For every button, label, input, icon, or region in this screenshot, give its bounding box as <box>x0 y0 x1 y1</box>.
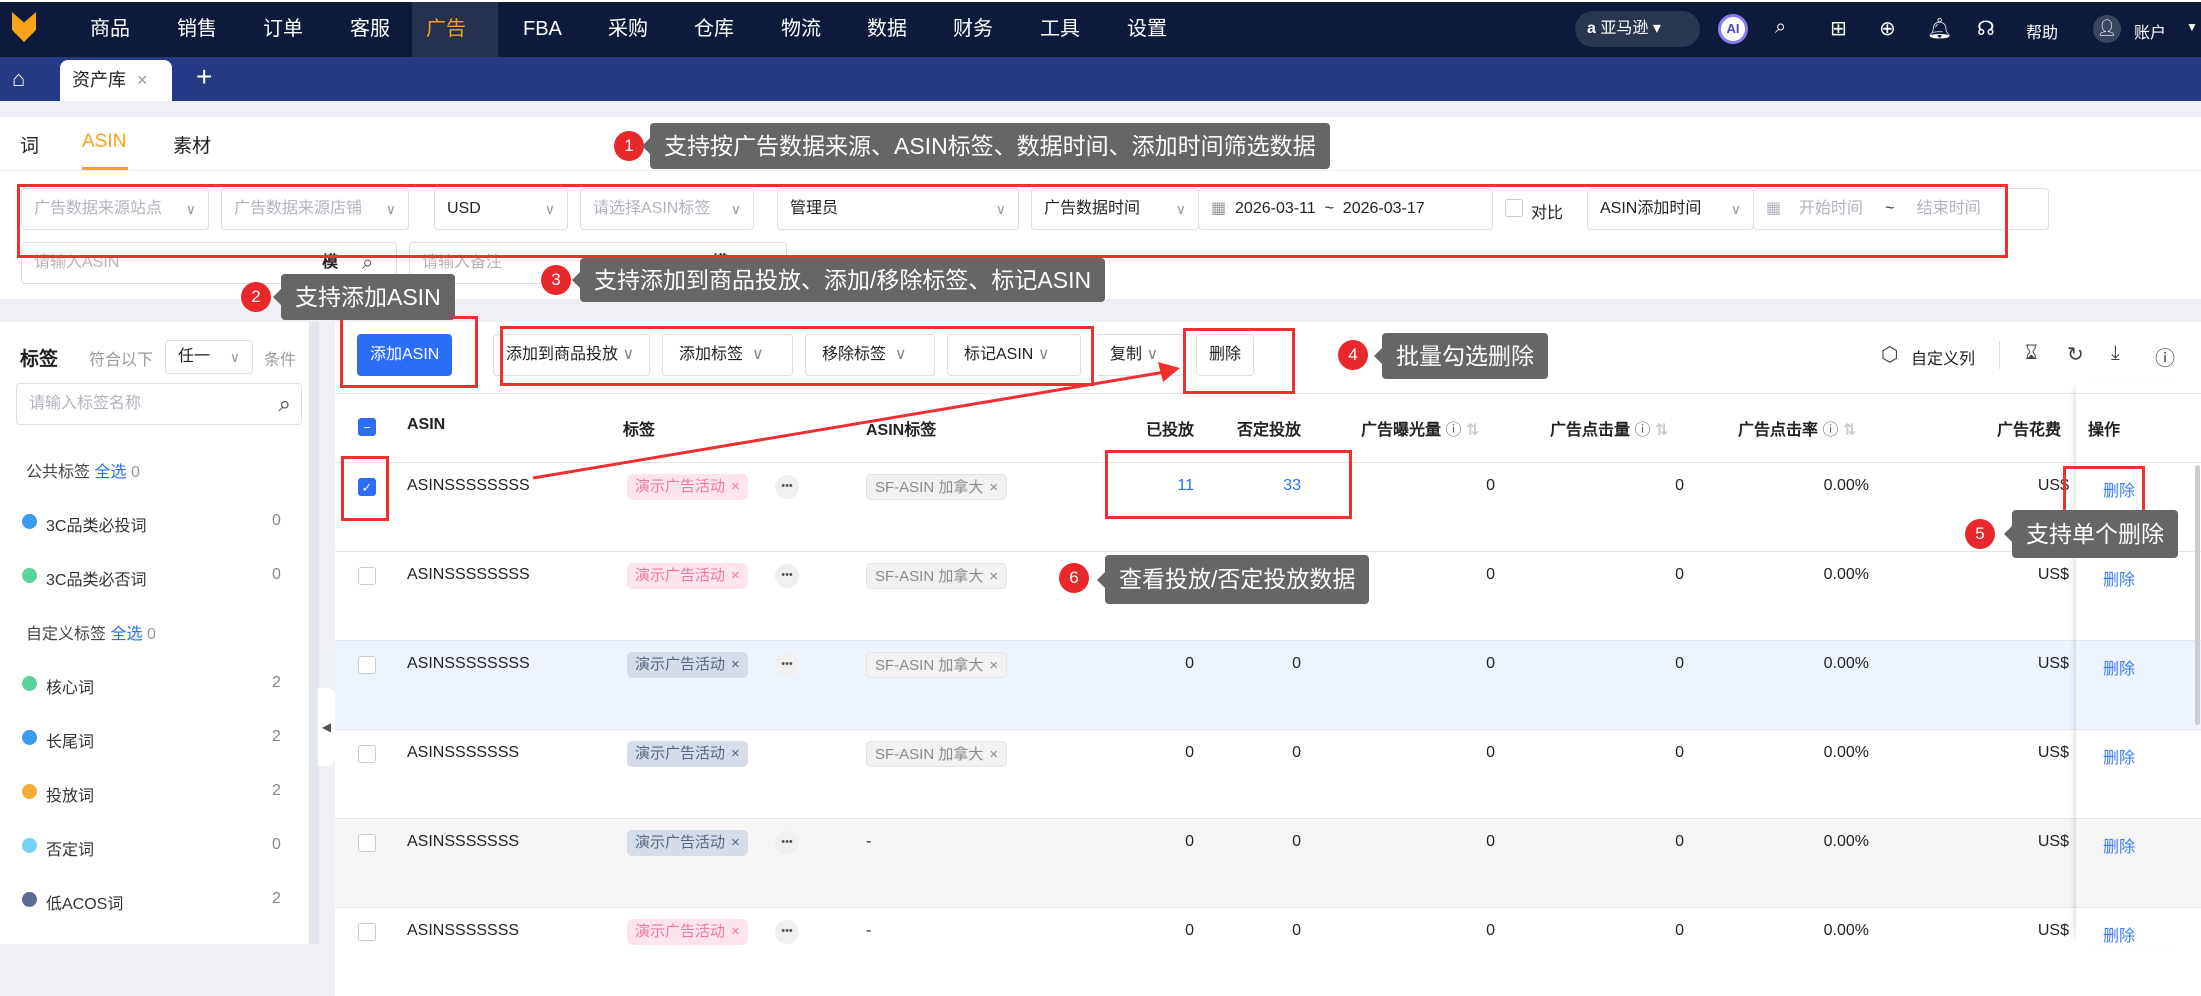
annotation-number: 3 <box>541 265 571 295</box>
annotation-callout: 支持添加到商品投放、添加/移除标签、标记ASIN <box>571 258 1106 302</box>
annotation-number: 4 <box>1338 340 1368 370</box>
annotation-number: 6 <box>1059 563 1089 593</box>
annotation-number: 1 <box>614 131 644 161</box>
annotation-callout: 支持添加ASIN <box>273 274 455 320</box>
annotation-callout: 支持单个删除 <box>2004 510 2178 558</box>
annotation-callout: 查看投放/否定投放数据 <box>1096 555 1370 604</box>
annotation-callout: 批量勾选删除 <box>1374 333 1548 379</box>
annotation-callout: 支持按广告数据来源、ASIN标签、数据时间、添加时间筛选数据 <box>642 123 1330 169</box>
annotation-number: 2 <box>241 282 271 312</box>
annotation-number: 5 <box>1965 519 1995 549</box>
